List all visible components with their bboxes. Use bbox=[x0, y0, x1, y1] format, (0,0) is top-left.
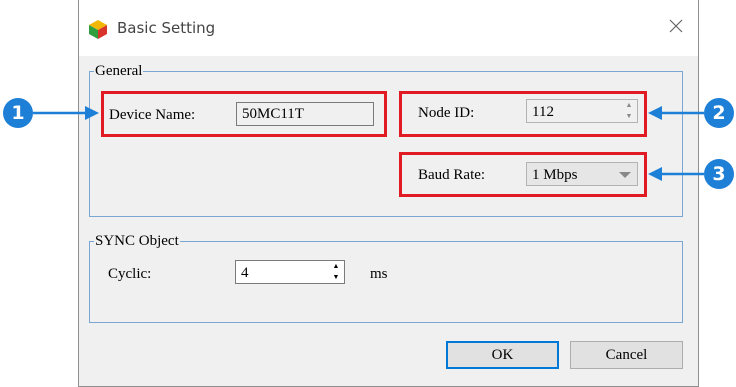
spin-down-icon[interactable]: ▼ bbox=[328, 272, 344, 283]
callout-3: 3 bbox=[704, 159, 734, 189]
close-button[interactable] bbox=[660, 10, 692, 42]
cyclic-spin-arrows[interactable]: ▲ ▼ bbox=[328, 261, 344, 283]
close-icon bbox=[669, 19, 683, 33]
sync-object-legend: SYNC Object bbox=[95, 233, 179, 249]
cyclic-unit: ms bbox=[370, 266, 388, 282]
baud-rate-highlight bbox=[399, 152, 647, 197]
cyclic-label: Cyclic: bbox=[108, 266, 152, 282]
spin-up-icon[interactable]: ▲ bbox=[328, 261, 344, 272]
title-bar: Basic Setting bbox=[79, 0, 698, 56]
device-name-highlight bbox=[101, 91, 387, 137]
callout-1: 1 bbox=[3, 98, 33, 128]
cyclic-value: 4 bbox=[241, 265, 249, 281]
cube-icon bbox=[89, 20, 107, 39]
callout-3-arrow-icon bbox=[648, 167, 704, 181]
cyclic-stepper[interactable]: 4 ▲ ▼ bbox=[235, 260, 345, 284]
window-title: Basic Setting bbox=[117, 19, 216, 37]
node-id-highlight bbox=[399, 91, 647, 137]
ok-button[interactable]: OK bbox=[446, 341, 559, 369]
general-legend: General bbox=[95, 63, 143, 79]
callout-1-arrow-icon bbox=[33, 106, 99, 120]
basic-setting-dialog: Basic Setting General Device Name: 50MC1… bbox=[78, 0, 699, 387]
cancel-button[interactable]: Cancel bbox=[570, 341, 683, 369]
callout-2-arrow-icon bbox=[648, 106, 704, 120]
callout-2: 2 bbox=[704, 98, 734, 128]
